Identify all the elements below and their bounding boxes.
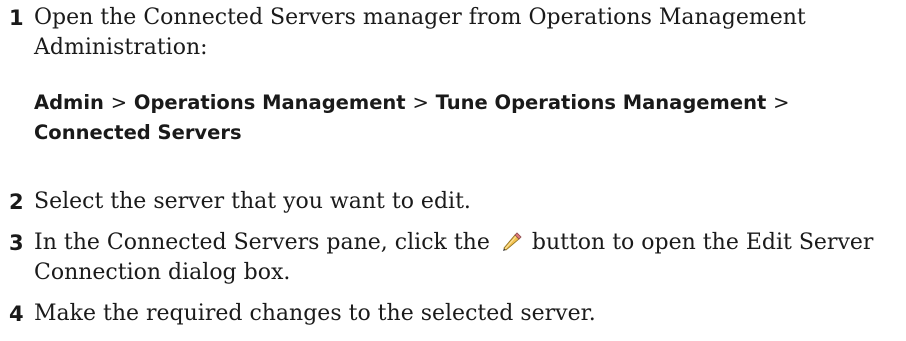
step-number: 4 <box>9 302 24 326</box>
menu-path-separator: > <box>773 91 790 114</box>
step-number: 1 <box>9 6 24 30</box>
menu-path-separator: > <box>110 91 128 114</box>
step-2: 2 Select the server that you want to edi… <box>0 187 471 217</box>
document-page: { "steps": [ { "number": "1", "text": "O… <box>0 0 906 341</box>
menu-path-item-operations-management: Operations Management <box>133 91 406 114</box>
step-3: 3 In the Connected Servers pane, click t… <box>0 228 906 288</box>
menu-path: Admin > Operations Management > Tune Ope… <box>34 88 894 148</box>
step-text: Open the Connected Servers manager from … <box>34 5 806 60</box>
step-number: 2 <box>9 190 24 214</box>
step-number: 3 <box>9 231 24 255</box>
menu-path-separator: > <box>412 91 429 114</box>
step-4: 4 Make the required changes to the selec… <box>0 299 596 329</box>
menu-path-item-connected-servers: Connected Servers <box>34 121 242 144</box>
menu-path-item-tune-operations-management: Tune Operations Management <box>435 91 767 114</box>
menu-path-item-admin: Admin <box>34 91 104 114</box>
step-1: 1 Open the Connected Servers manager fro… <box>0 3 906 63</box>
step-text-before: In the Connected Servers pane, click the <box>34 230 490 255</box>
pencil-icon <box>500 230 522 252</box>
step-text: Make the required changes to the selecte… <box>34 301 596 326</box>
step-text: Select the server that you want to edit. <box>34 189 471 214</box>
